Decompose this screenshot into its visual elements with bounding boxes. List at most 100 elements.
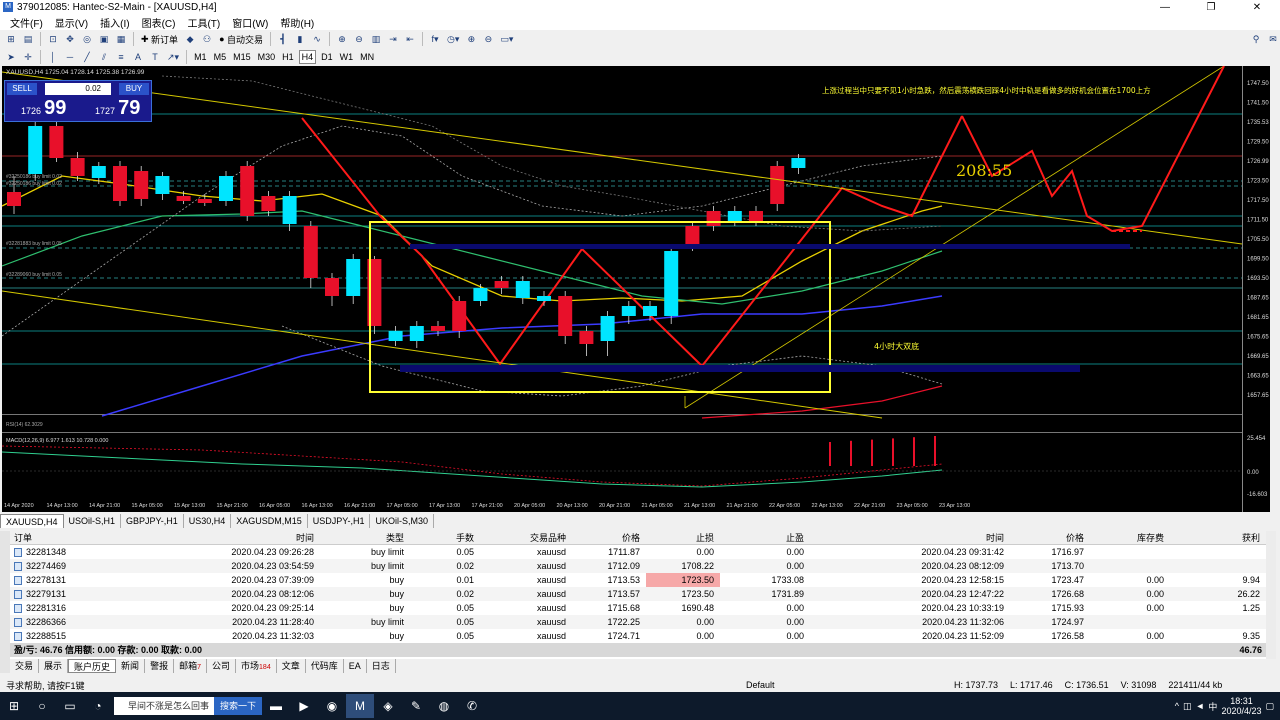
column-header[interactable]: 手数 xyxy=(410,531,480,544)
tf-m1[interactable]: M1 xyxy=(192,50,209,64)
taskbar-search-button[interactable]: 搜索一下 xyxy=(214,697,263,715)
chart-canvas[interactable]: 1747.50 1741.50 1735.53 1729.50 1726.99 1723.… xyxy=(2,66,1270,512)
table-row[interactable]: 32288515 2020.04.23 11:32:03 buy 0.05 xauusd… xyxy=(10,629,1266,643)
tab-us30-h4[interactable]: US30,H4 xyxy=(184,514,232,528)
fibo-icon[interactable]: ≡ xyxy=(114,50,128,64)
trendline-icon[interactable]: ╱ xyxy=(80,50,94,64)
profiles-icon[interactable]: ▤ xyxy=(21,32,35,46)
lot-size-input[interactable]: 0.02 xyxy=(45,83,111,95)
buy-button[interactable]: BUY xyxy=(119,83,149,95)
wechat-icon[interactable]: ✆ xyxy=(458,694,486,718)
chart-shift-icon[interactable]: ⇤ xyxy=(403,32,417,46)
terminal-tab[interactable]: 展示 xyxy=(39,659,69,673)
zoom-in-2-icon[interactable]: ⊕ xyxy=(464,32,478,46)
terminal-tab[interactable]: EA xyxy=(344,659,367,673)
table-row[interactable]: 32278131 2020.04.23 07:39:09 buy 0.01 xauusd… xyxy=(10,573,1266,587)
new-order-button[interactable]: ✚ 新订单 xyxy=(139,32,180,46)
terminal-tab[interactable]: 代码库 xyxy=(306,659,344,673)
cursor-icon[interactable]: ➤ xyxy=(4,50,18,64)
text-icon[interactable]: A xyxy=(131,50,145,64)
vertical-line-icon[interactable]: │ xyxy=(46,50,60,64)
zoom-out-2-icon[interactable]: ⊖ xyxy=(481,32,495,46)
tf-m15[interactable]: M15 xyxy=(231,50,253,64)
minimize-icon[interactable]: — xyxy=(1142,2,1188,13)
windows-start-icon[interactable]: ⊞ xyxy=(0,694,28,718)
column-header[interactable]: 订单 xyxy=(10,531,120,544)
horizontal-line-icon[interactable]: ─ xyxy=(63,50,77,64)
sell-button[interactable]: SELL xyxy=(7,83,37,95)
column-header[interactable]: 交易品种 xyxy=(480,531,572,544)
media-icon[interactable]: ▶ xyxy=(290,694,318,718)
browser-icon[interactable]: ◉ xyxy=(318,694,346,718)
table-row[interactable]: 32281348 2020.04.23 09:26:28 buy limit 0.05… xyxy=(10,545,1266,559)
tf-mn[interactable]: MN xyxy=(358,50,376,64)
search-icon[interactable]: ⚲ xyxy=(1249,32,1263,46)
bar-chart-icon[interactable]: ┫ xyxy=(276,32,290,46)
navigator-icon[interactable]: ✥ xyxy=(63,32,77,46)
line-chart-icon[interactable]: ∿ xyxy=(310,32,324,46)
terminal-scrollbar[interactable] xyxy=(1266,531,1276,659)
menu-view[interactable]: 显示(V) xyxy=(49,15,94,30)
terminal-tab[interactable]: 警报 xyxy=(145,659,175,673)
tf-d1[interactable]: D1 xyxy=(319,50,335,64)
cortana-icon[interactable]: ○ xyxy=(28,694,56,718)
terminal-side-handle[interactable] xyxy=(0,531,10,673)
arrow-icon[interactable]: ↗▾ xyxy=(165,50,181,64)
pen-icon[interactable]: ✎ xyxy=(402,694,430,718)
maximize-icon[interactable]: ❐ xyxy=(1188,2,1234,13)
lang-indicator[interactable]: 中 xyxy=(1208,700,1217,713)
market-watch-icon[interactable]: ⊡ xyxy=(46,32,60,46)
table-row[interactable]: 32274469 2020.04.23 03:54:59 buy limit 0.02… xyxy=(10,559,1266,573)
ask-price[interactable]: 1727 79 xyxy=(95,97,140,120)
app-icon-1[interactable]: ◔ xyxy=(84,694,112,718)
tf-h4[interactable]: H4 xyxy=(298,50,317,64)
table-row[interactable]: 32281316 2020.04.23 09:25:14 buy 0.05 xauusd… xyxy=(10,601,1266,615)
tf-m30[interactable]: M30 xyxy=(256,50,278,64)
terminal-icon[interactable]: ▣ xyxy=(97,32,111,46)
column-header[interactable]: 库存费 xyxy=(1090,531,1170,544)
column-header[interactable]: 时间 xyxy=(120,531,320,544)
autoscroll-icon[interactable]: ⇥ xyxy=(386,32,400,46)
zoom-in-icon[interactable]: ⊕ xyxy=(335,32,349,46)
menu-help[interactable]: 帮助(H) xyxy=(274,15,320,30)
tab-ukoil-m30[interactable]: UKOil-S,M30 xyxy=(370,514,434,528)
column-header[interactable]: 获利 xyxy=(1170,531,1266,544)
data-window-icon[interactable]: ◎ xyxy=(80,32,94,46)
new-chart-icon[interactable]: ⊞ xyxy=(4,32,18,46)
terminal-tab[interactable]: 邮箱7 xyxy=(174,659,207,673)
column-header[interactable]: 类型 xyxy=(320,531,410,544)
column-header[interactable]: 止损 xyxy=(646,531,720,544)
terminal-tab[interactable]: 日志 xyxy=(367,659,396,673)
task-view-icon[interactable]: ▭ xyxy=(56,694,84,718)
periods-icon[interactable]: ◷▾ xyxy=(445,32,461,46)
menu-tools[interactable]: 工具(T) xyxy=(181,15,226,30)
close-icon[interactable]: ✕ xyxy=(1234,2,1280,13)
table-row[interactable]: 32286366 2020.04.23 11:28:40 buy limit 0.05… xyxy=(10,615,1266,629)
column-header[interactable]: 止盈 xyxy=(720,531,810,544)
price-chart[interactable]: 1747.50 1741.50 1735.53 1729.50 1726.99 1723.… xyxy=(2,66,1270,512)
tab-gbpjpy-h1[interactable]: GBPJPY-,H1 xyxy=(121,514,184,528)
volume-icon[interactable]: ◄ xyxy=(1196,701,1205,711)
terminal-tab[interactable]: 公司 xyxy=(207,659,237,673)
tab-xagusdm-m15[interactable]: XAGUSDM,M15 xyxy=(231,514,308,528)
auto-trading-button[interactable]: ● 自动交易 xyxy=(217,32,265,46)
bid-price[interactable]: 1726 99 xyxy=(21,97,66,120)
menu-insert[interactable]: 插入(I) xyxy=(94,15,135,30)
terminal-tab[interactable]: 市场184 xyxy=(236,659,277,673)
candlestick-icon[interactable]: ▮ xyxy=(293,32,307,46)
menu-file[interactable]: 文件(F) xyxy=(4,15,49,30)
channel-icon[interactable]: ⫽ xyxy=(97,50,111,64)
terminal-tab[interactable]: 账户历史 xyxy=(68,659,117,673)
tab-usoil-h1[interactable]: USOil-S,H1 xyxy=(64,514,122,528)
tf-m5[interactable]: M5 xyxy=(212,50,229,64)
terminal-tab[interactable]: 文章 xyxy=(277,659,306,673)
tf-h1[interactable]: H1 xyxy=(280,50,296,64)
terminal-tab[interactable]: 交易 xyxy=(10,659,40,673)
tray-up-icon[interactable]: ^ xyxy=(1175,701,1179,711)
column-header[interactable]: 价格 xyxy=(1010,531,1090,544)
tab-usdjpy-h1[interactable]: USDJPY-,H1 xyxy=(308,514,371,528)
tile-icon[interactable]: ▥ xyxy=(369,32,383,46)
chat-icon[interactable]: ✉ xyxy=(1266,32,1280,46)
folder-icon[interactable]: ▬ xyxy=(262,694,290,718)
taskbar-search-input[interactable]: 早间不涨是怎么回事 xyxy=(114,697,214,715)
